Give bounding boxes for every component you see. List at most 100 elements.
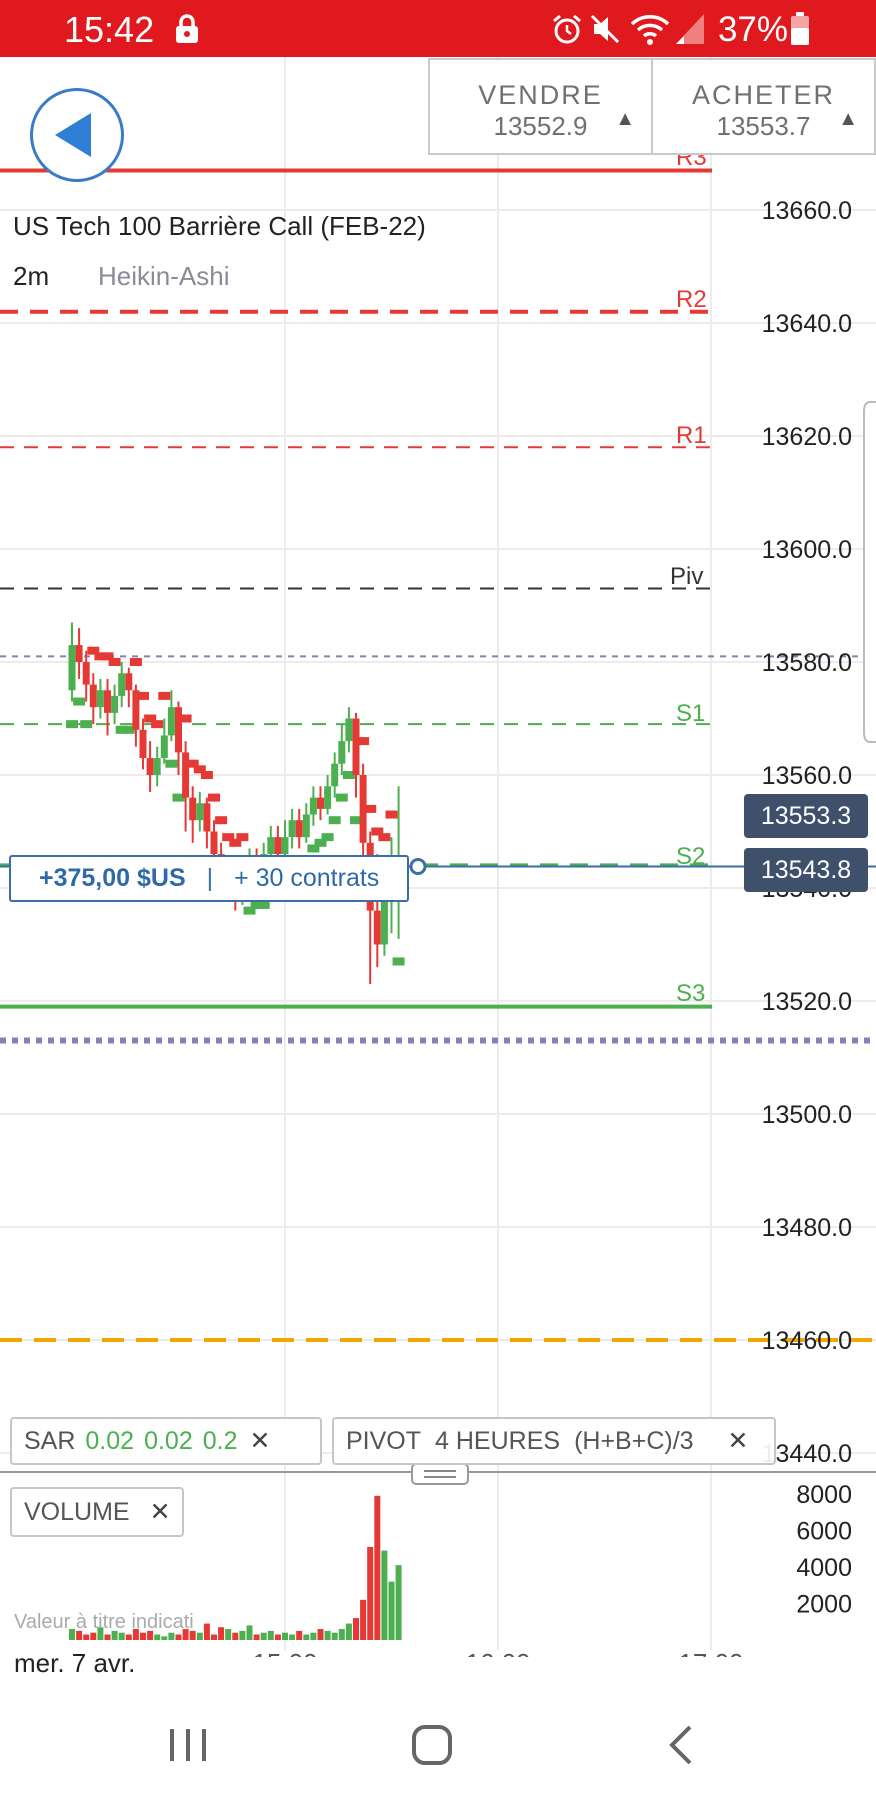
volume-axis-label: 2000 bbox=[796, 1591, 852, 1619]
volume-bar bbox=[225, 1629, 232, 1640]
candle-body bbox=[380, 899, 388, 945]
sar-indicator[interactable]: SAR 0.02 0.02 0.2 ✕ bbox=[10, 1417, 322, 1465]
sar-dot bbox=[335, 793, 348, 802]
volume-bar bbox=[154, 1634, 161, 1640]
volume-close-icon[interactable]: ✕ bbox=[150, 1498, 171, 1526]
candle-body bbox=[160, 735, 168, 759]
price-axis-label: 13520.0 bbox=[762, 988, 852, 1016]
candle-body bbox=[288, 820, 296, 838]
candle-body bbox=[345, 718, 353, 742]
time-axis-label: 15:00 bbox=[252, 1648, 317, 1657]
sar-dot bbox=[129, 658, 142, 666]
pivot-indicator[interactable]: PIVOT 4 HEURES (H+B+C)/3 ✕ bbox=[332, 1417, 776, 1465]
volume-bar bbox=[211, 1634, 217, 1640]
sar-close-icon[interactable]: ✕ bbox=[250, 1427, 271, 1455]
position-pl: +375,00 $US bbox=[39, 864, 186, 892]
price-axis-label: 13500.0 bbox=[762, 1101, 852, 1129]
buy-arrow-up-icon: ▲ bbox=[838, 108, 858, 130]
status-time: 15:42 bbox=[64, 9, 155, 50]
candle-body bbox=[167, 707, 175, 736]
sar-dot bbox=[208, 793, 220, 802]
volume-bar bbox=[260, 1632, 267, 1640]
position-anchor[interactable] bbox=[409, 858, 427, 876]
pivot-label-r1: R1 bbox=[676, 422, 707, 449]
volume-bar bbox=[274, 1634, 281, 1640]
volume-bar bbox=[345, 1623, 352, 1640]
back-nav-icon[interactable] bbox=[660, 1723, 704, 1767]
entry-price-badge: 13543.8 bbox=[744, 848, 868, 892]
sar-dot bbox=[215, 816, 228, 825]
volume-bar bbox=[317, 1629, 324, 1640]
pivot-formula: (H+B+C)/3 bbox=[574, 1427, 694, 1455]
time-axis-label: 16:00 bbox=[465, 1648, 530, 1657]
pivot-label-s1: S1 bbox=[676, 700, 705, 727]
reference-lines bbox=[0, 655, 876, 1342]
volume-bar bbox=[196, 1632, 203, 1640]
volume-bar bbox=[388, 1581, 395, 1640]
candle-body bbox=[75, 645, 83, 662]
price-axis-label: 13460.0 bbox=[762, 1327, 852, 1355]
volume-bar bbox=[331, 1632, 338, 1640]
volume-bar bbox=[310, 1632, 317, 1640]
position-label[interactable]: +375,00 $US | + 30 contrats bbox=[9, 855, 409, 902]
buy-button[interactable]: ACHETER 13553.7 ▲ bbox=[653, 58, 876, 155]
candles bbox=[68, 622, 403, 985]
candle-body bbox=[281, 837, 289, 855]
volume-axis-label: 6000 bbox=[796, 1518, 852, 1546]
volume-name: VOLUME bbox=[24, 1498, 130, 1526]
instrument-title: US Tech 100 Barrière Call (FEB-22) bbox=[13, 211, 426, 241]
volume-bar bbox=[203, 1623, 210, 1640]
sar-dot bbox=[80, 720, 93, 729]
candle-body bbox=[203, 803, 211, 832]
pivot-label-s2: S2 bbox=[676, 843, 705, 870]
status-bar: 15:42 37% bbox=[0, 0, 876, 57]
navigation-bar bbox=[0, 1690, 876, 1800]
timeframe-selector[interactable]: 2m bbox=[13, 261, 49, 292]
volume-bar bbox=[289, 1634, 296, 1640]
sar-dot bbox=[385, 810, 398, 819]
pivot-name: PIVOT bbox=[346, 1427, 422, 1455]
sell-button[interactable]: VENDRE 13552.9 ▲ bbox=[428, 58, 653, 155]
time-axis-label: 17:00 bbox=[678, 1648, 743, 1657]
candle-body bbox=[146, 758, 154, 775]
volume-bar bbox=[253, 1634, 260, 1640]
candle-body bbox=[309, 797, 317, 815]
sar-dot bbox=[200, 771, 213, 779]
price-axis-label: 13600.0 bbox=[762, 536, 852, 564]
pivot-period: 4 HEURES bbox=[435, 1427, 561, 1455]
price-axis: 13660.0 13640.0 13620.0 13600.0 13580.0 13560… bbox=[762, 197, 852, 1619]
sar-dot bbox=[236, 833, 249, 842]
candle-body bbox=[196, 803, 204, 821]
current-price-badge: 13553.3 bbox=[744, 794, 868, 838]
candle-body bbox=[139, 729, 147, 759]
sar-dot bbox=[257, 900, 270, 909]
candle-body bbox=[210, 831, 218, 855]
volume-bar bbox=[338, 1629, 345, 1640]
price-axis-label: 13620.0 bbox=[762, 423, 852, 451]
price-axis-label: 13560.0 bbox=[762, 762, 852, 790]
candle-body bbox=[132, 690, 140, 730]
volume-bar bbox=[175, 1634, 182, 1640]
candle-body bbox=[317, 797, 324, 809]
candle-body bbox=[302, 814, 310, 838]
pane-resize-handle[interactable] bbox=[411, 1463, 469, 1485]
price-axis-label: 13640.0 bbox=[762, 310, 852, 338]
volume-bar bbox=[218, 1627, 225, 1640]
volume-bar bbox=[83, 1634, 90, 1640]
candle-body bbox=[111, 695, 119, 713]
sar-dot bbox=[108, 658, 121, 666]
back-button[interactable] bbox=[30, 88, 124, 182]
candle-body bbox=[189, 797, 197, 821]
home-icon[interactable] bbox=[410, 1723, 454, 1767]
chart-type-selector[interactable]: Heikin-Ashi bbox=[98, 261, 230, 292]
pivot-close-icon[interactable]: ✕ bbox=[728, 1427, 749, 1455]
candle-body bbox=[104, 690, 111, 713]
volume-indicator[interactable]: VOLUME ✕ bbox=[10, 1487, 184, 1537]
volume-bar bbox=[381, 1550, 388, 1640]
candle-body bbox=[267, 837, 275, 855]
side-panel-tab[interactable] bbox=[863, 401, 876, 743]
price-axis-label: 13660.0 bbox=[762, 197, 852, 225]
volume-bar bbox=[161, 1636, 168, 1640]
recent-apps-icon[interactable] bbox=[166, 1723, 210, 1767]
sar-dot bbox=[165, 759, 178, 768]
